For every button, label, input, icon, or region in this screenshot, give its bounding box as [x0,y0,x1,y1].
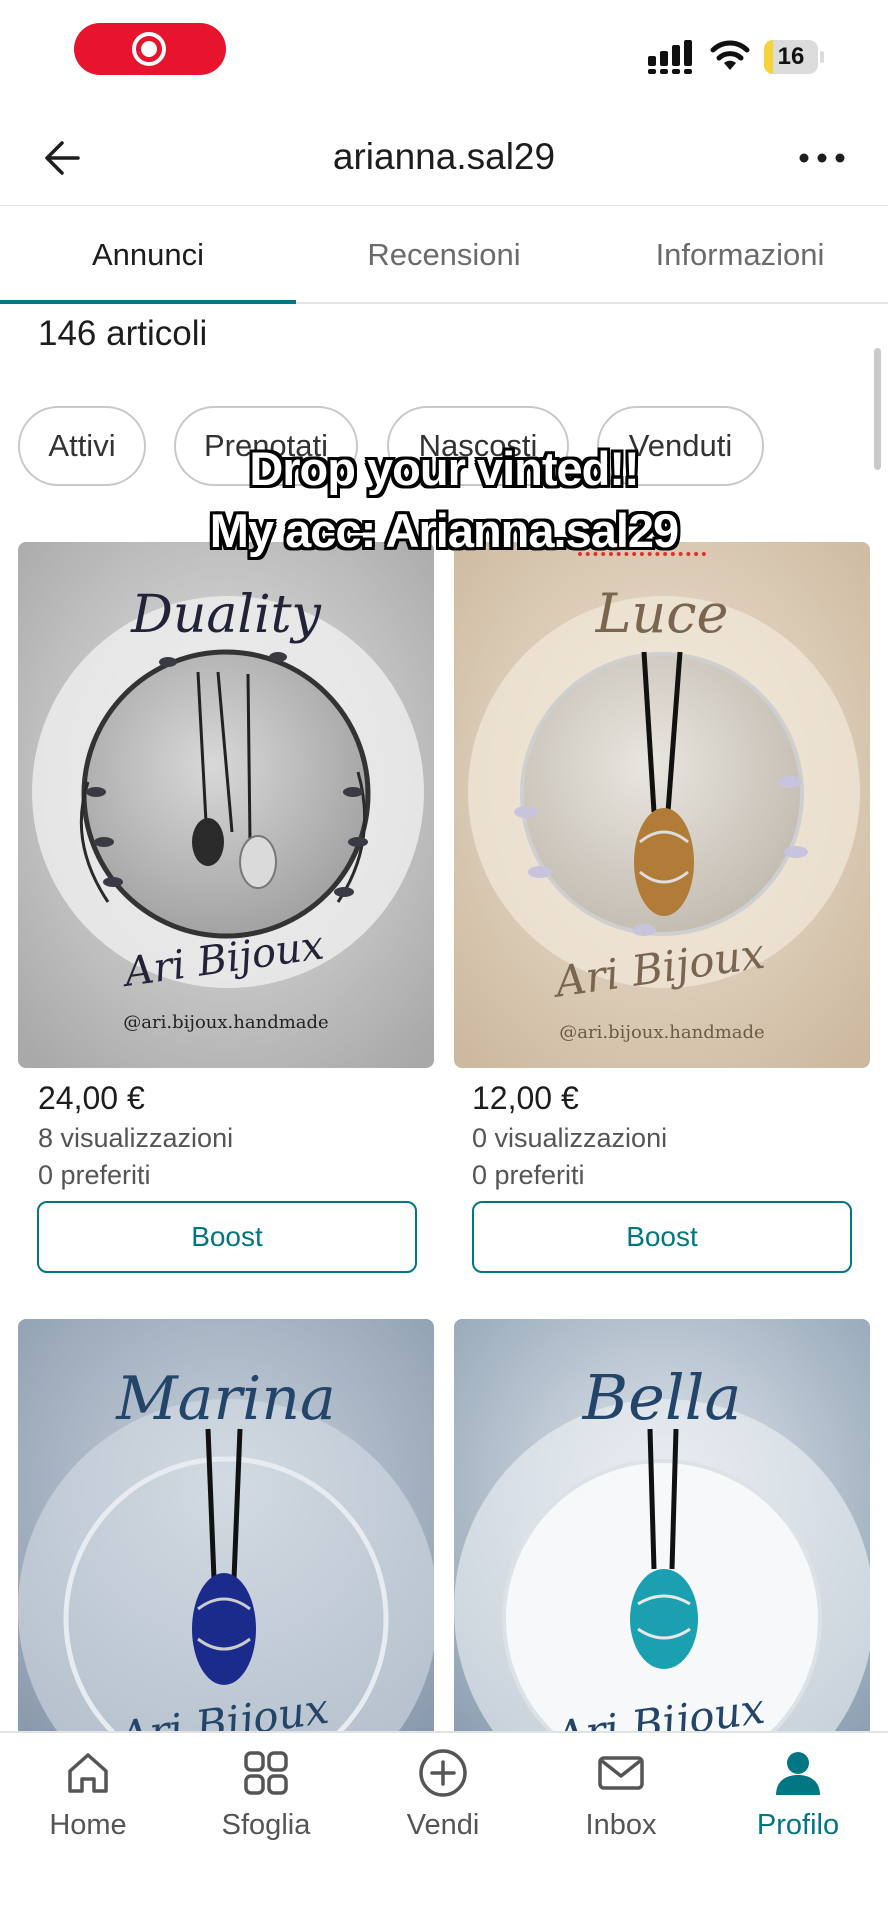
tab-informazioni[interactable]: Informazioni [592,206,888,304]
active-tab-indicator [0,300,296,304]
product-favorites: 0 preferiti [472,1160,585,1190]
product-image-title: Marina [115,1364,336,1434]
product-image-title: Bella [582,1361,742,1434]
profile-tabs: Annunci Recensioni Informazioni [0,206,888,304]
wifi-icon [710,40,750,70]
profile-icon [776,1752,820,1795]
product-favorites: 0 preferiti [38,1160,151,1190]
nav-label: Profilo [756,1809,840,1841]
tab-annunci[interactable]: Annunci [0,206,296,304]
plus-circle-icon [419,1749,467,1797]
record-dot [141,41,157,57]
battery-level: 16 [777,43,805,70]
caption-line-2: My acc: Arianna.sal29 [209,504,679,557]
nav-label: Vendi [406,1809,480,1841]
screen-recording-indicator[interactable] [74,23,226,75]
grid-icon [244,1751,288,1795]
spellcheck-underline [578,552,706,556]
boost-button[interactable]: Boost [472,1201,852,1273]
bottom-navigation: Home Sfoglia Vendi Inbox Profilo [0,1731,888,1920]
product-image[interactable]: Duality Ari Bijoux @ari.bijoux.handmade [18,542,434,1068]
more-horizontal-icon[interactable] [792,130,852,186]
nav-label: Home [49,1809,127,1841]
status-bar: 16 [0,0,888,110]
top-app-bar: arianna.sal29 [0,110,888,206]
product-image-title: Duality [130,585,321,645]
product-image[interactable]: Marina Ari Bijoux [18,1319,434,1739]
mail-icon [598,1756,644,1790]
battery-icon: 16 [764,40,824,74]
product-image-handle: @ari.bijoux.handmade [559,1022,764,1043]
item-count: 146 articoli [38,314,208,353]
product-price: 24,00 € [38,1080,145,1116]
nav-vendi[interactable]: Vendi [355,1733,531,1883]
home-icon [68,1753,108,1793]
product-views: 0 visualizzazioni [472,1123,668,1153]
product-image[interactable]: Luce Ari Bijoux @ari.bijoux.handmade [454,542,870,1068]
cellular-signal-icon [648,40,692,74]
nav-home[interactable]: Home [0,1733,176,1883]
video-caption-overlay: Drop your vinted!! My acc: Arianna.sal29 [0,438,888,562]
product-image-handle: @ari.bijoux.handmade [123,1012,328,1033]
product-image-title: Luce [595,582,729,645]
page-title: arianna.sal29 [332,136,556,177]
nav-profilo[interactable]: Profilo [710,1733,886,1883]
nav-sfoglia[interactable]: Sfoglia [178,1733,354,1883]
nav-inbox[interactable]: Inbox [533,1733,709,1883]
product-views: 8 visualizzazioni [38,1123,234,1153]
caption-line-1: Drop your vinted!! [249,442,639,495]
nav-label: Sfoglia [221,1809,311,1841]
boost-button[interactable]: Boost [37,1201,417,1273]
nav-label: Inbox [585,1809,657,1841]
product-price: 12,00 € [472,1080,579,1116]
product-image[interactable]: Bella Ari Bijoux [454,1319,870,1739]
tab-recensioni[interactable]: Recensioni [296,206,592,304]
